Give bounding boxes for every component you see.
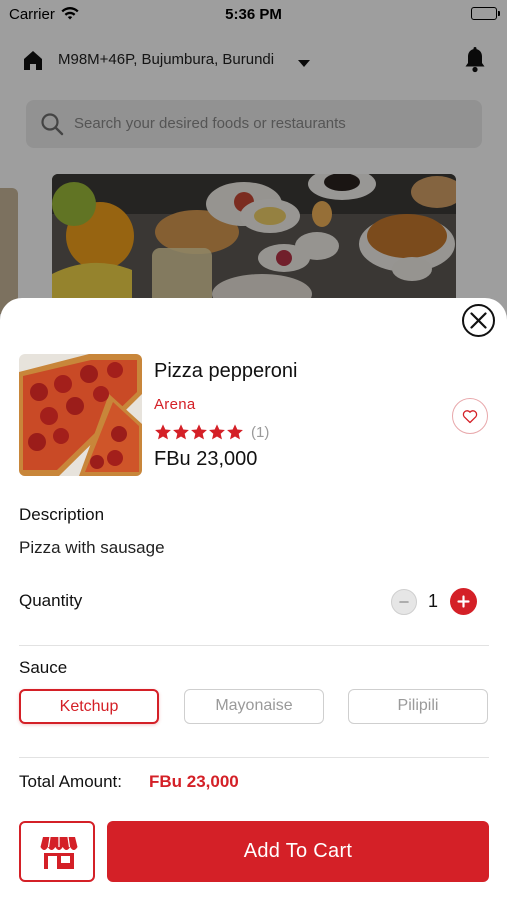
favorite-button[interactable] (452, 398, 488, 434)
restaurant-link[interactable]: Arena (154, 396, 196, 413)
description-label: Description (19, 505, 105, 524)
quantity-value: 1 (427, 591, 438, 611)
star-icon (208, 423, 226, 441)
quantity-label: Quantity (19, 591, 83, 610)
rating-stars: (1) (154, 423, 269, 443)
rating-count: (1) (251, 424, 270, 441)
description-text: Pizza with sausage (19, 538, 165, 557)
sauce-label: Sauce (19, 658, 68, 677)
quantity-decrement-button[interactable] (391, 589, 417, 615)
product-image (19, 354, 142, 476)
close-icon (470, 312, 487, 329)
heart-icon (462, 410, 478, 424)
star-icon (154, 423, 172, 441)
star-icon (226, 423, 244, 441)
sauce-option-mayonaise[interactable]: Mayonaise (184, 689, 324, 724)
divider (19, 757, 489, 758)
product-name: Pizza pepperoni (154, 360, 298, 382)
plus-icon (457, 595, 470, 608)
minus-icon (399, 601, 409, 603)
quantity-increment-button[interactable] (450, 588, 477, 615)
star-icon (190, 423, 208, 441)
sauce-option-pilipili[interactable]: Pilipili (348, 689, 488, 724)
total-amount-value: FBu 23,000 (149, 772, 239, 791)
divider (19, 645, 489, 646)
star-icon (172, 423, 190, 441)
product-price: FBu 23,000 (154, 448, 258, 470)
store-icon (40, 836, 78, 869)
sauce-option-ketchup[interactable]: Ketchup (19, 689, 159, 724)
add-to-cart-button[interactable]: Add To Cart (107, 821, 489, 882)
close-button[interactable] (462, 304, 495, 337)
view-store-button[interactable] (19, 821, 95, 882)
total-amount-label: Total Amount: (19, 772, 123, 791)
